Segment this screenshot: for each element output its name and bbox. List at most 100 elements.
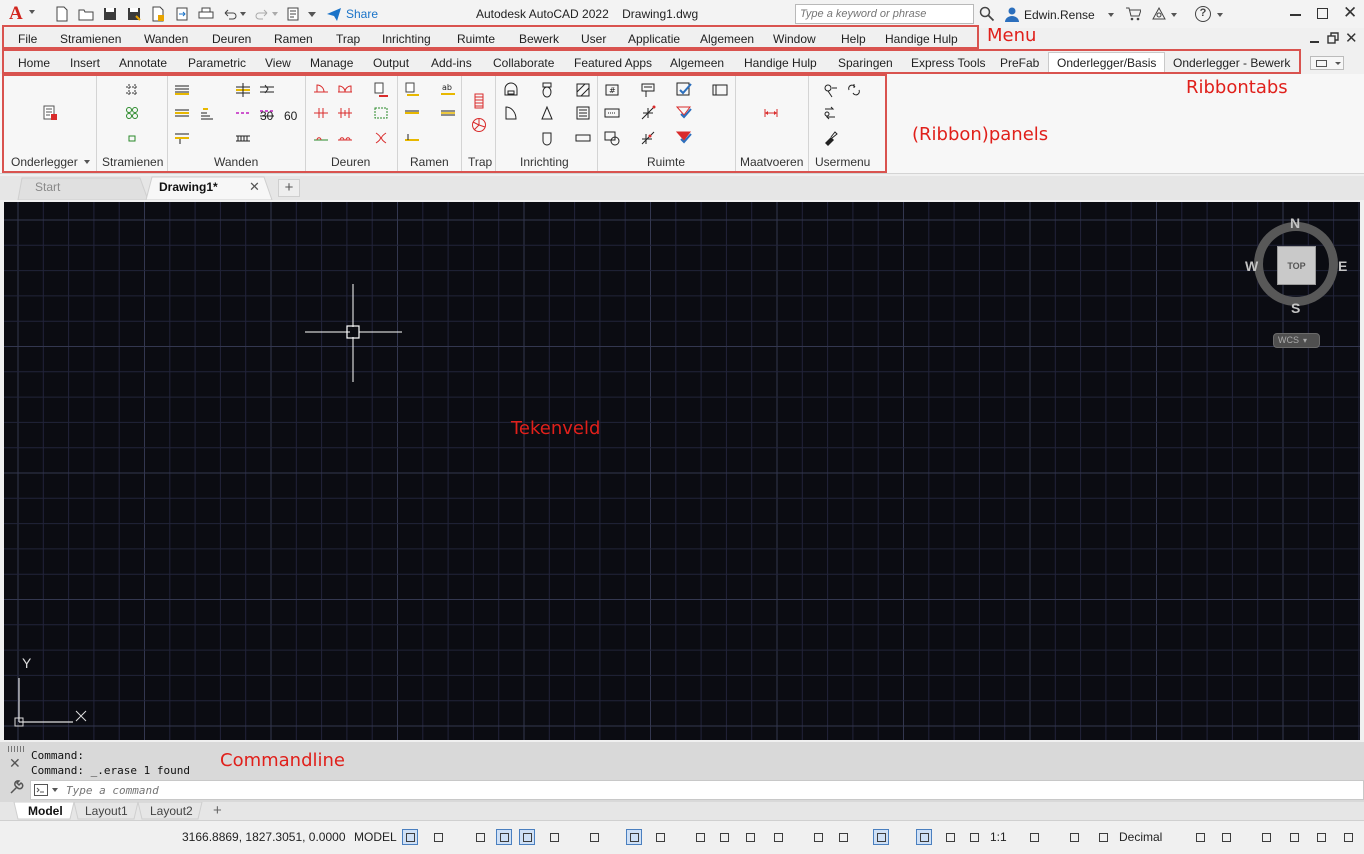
close-tab-icon[interactable]: ✕ [249,179,260,195]
annotation-canvas: Tekenveld [511,418,601,439]
doc-tab-drawing[interactable]: Drawing1* [159,180,218,194]
new-file-icon[interactable] [54,6,70,22]
maximize-icon[interactable] [1317,8,1328,19]
chevron-down-icon[interactable] [52,788,58,792]
layout-tab-model[interactable]: Model [28,804,63,818]
layout-tab[interactable]: Layout2 [150,804,193,818]
lineweight-icon[interactable] [692,829,708,845]
compass-south[interactable]: S [1291,300,1300,316]
open-file-icon[interactable] [78,6,94,22]
minimize-icon[interactable] [1290,14,1301,16]
viewcube[interactable]: TOP N S E W [1245,215,1347,316]
ucs-y-label: Y [22,655,32,671]
save-icon[interactable] [102,6,118,22]
quick-properties-icon[interactable] [1192,829,1208,845]
isolate-objects-icon[interactable] [1258,829,1274,845]
dynamic-input-icon[interactable] [496,829,512,845]
compass-east[interactable]: E [1338,258,1347,274]
share-icon[interactable] [326,6,342,22]
object-snap-tracking-icon[interactable] [626,829,642,845]
doc-minimize-icon[interactable] [1310,41,1319,43]
wcs-menu[interactable]: WCS ▾ [1273,333,1320,348]
annotation-scale-icon[interactable] [966,829,982,845]
menu-highlight-box [2,25,979,49]
chevron-down-icon: ▾ [1303,336,1308,345]
ribbon-minimize-button[interactable] [1310,56,1344,70]
connect-icon[interactable] [1150,6,1168,22]
isodraft-icon[interactable] [586,829,602,845]
selection-cycling-icon[interactable] [742,829,758,845]
add-layout-plus-icon[interactable]: + [213,802,222,819]
chevron-down-icon[interactable] [272,12,278,16]
grip-handle-icon[interactable] [8,746,24,752]
wcs-label: WCS [1278,335,1299,345]
search-icon[interactable] [979,6,995,22]
compass-north[interactable]: N [1290,215,1300,231]
infer-constraints-icon[interactable] [472,829,488,845]
3d-object-snap-icon[interactable] [770,829,786,845]
share-button[interactable]: Share [346,7,378,21]
new-tab-plus-icon[interactable]: + [278,179,300,197]
clean-screen-icon[interactable] [1313,829,1329,845]
transparency-icon[interactable] [716,829,732,845]
command-input[interactable] [30,780,1364,800]
grid-display-icon[interactable] [402,829,418,845]
undo-icon[interactable] [222,6,238,22]
command-prompt-icon[interactable] [34,784,48,796]
annotation-monitor-icon[interactable] [1066,829,1082,845]
drawing-grid [4,202,1360,740]
cart-icon[interactable] [1125,6,1141,22]
chevron-down-icon[interactable] [29,10,35,14]
snap-mode-icon[interactable] [430,829,446,845]
annotation-scale[interactable]: 1:1 [990,830,1007,844]
compass-west[interactable]: W [1245,258,1258,274]
customize-chevron-icon[interactable] [308,11,316,17]
annotation-commandline: Commandline [220,750,345,771]
units-icon[interactable] [1095,829,1111,845]
crosshair-cursor [305,284,402,382]
redo-icon[interactable] [254,6,270,22]
chevron-down-icon[interactable] [1171,13,1177,17]
annotation-visibility-icon[interactable] [916,829,932,845]
document-tab-bar: Start Drawing1* ✕ + [0,176,1364,200]
dynamic-ucs-icon[interactable] [810,829,826,845]
auto-scale-icon[interactable] [942,829,958,845]
coordinate-readout[interactable]: 3166.8869, 1827.3051, 0.0000 [182,830,346,844]
properties-icon[interactable] [286,6,302,22]
lock-ui-icon[interactable] [1218,829,1234,845]
selection-filter-icon[interactable] [835,829,851,845]
units-selector[interactable]: Decimal [1119,830,1162,844]
drawing-name: Drawing1.dwg [622,7,699,21]
workspace-gear-icon[interactable] [1026,829,1042,845]
search-input[interactable] [795,4,974,24]
close-command-icon[interactable]: ✕ [9,755,21,772]
chevron-down-icon[interactable] [1217,13,1223,17]
model-space-toggle[interactable]: MODEL [354,830,397,844]
viewcube-top-face[interactable]: TOP [1277,246,1316,285]
layout-tab[interactable]: Layout1 [85,804,128,818]
ortho-mode-icon[interactable] [519,829,535,845]
user-name[interactable]: Edwin.Rense [1024,8,1095,22]
app-logo-icon[interactable]: A [9,4,27,24]
doc-restore-icon[interactable] [1327,32,1339,44]
graphics-performance-icon[interactable] [1286,829,1302,845]
command-history-line: Command: [31,749,84,762]
doc-tab-start[interactable]: Start [35,180,60,194]
customization-icon[interactable] [1340,829,1356,845]
gizmo-icon[interactable] [873,829,889,845]
chevron-down-icon[interactable] [240,12,246,16]
doc-close-icon[interactable]: ✕ [1345,29,1358,47]
drawing-canvas[interactable]: Tekenveld Y TOP N S E W WCS ▾ [4,202,1360,740]
object-snap-icon[interactable] [652,829,668,845]
user-icon[interactable] [1004,6,1020,22]
print-icon[interactable] [198,6,214,22]
chevron-down-icon[interactable] [1108,13,1114,17]
plot-to-file-icon[interactable] [150,6,166,22]
polar-tracking-icon[interactable] [546,829,562,845]
wrench-icon[interactable] [8,780,24,796]
chevron-down-icon [1335,62,1341,65]
close-icon[interactable]: ✕ [1343,4,1357,22]
save-as-icon[interactable] [126,6,142,22]
help-icon[interactable]: ? [1195,6,1211,22]
import-icon[interactable] [174,6,190,22]
